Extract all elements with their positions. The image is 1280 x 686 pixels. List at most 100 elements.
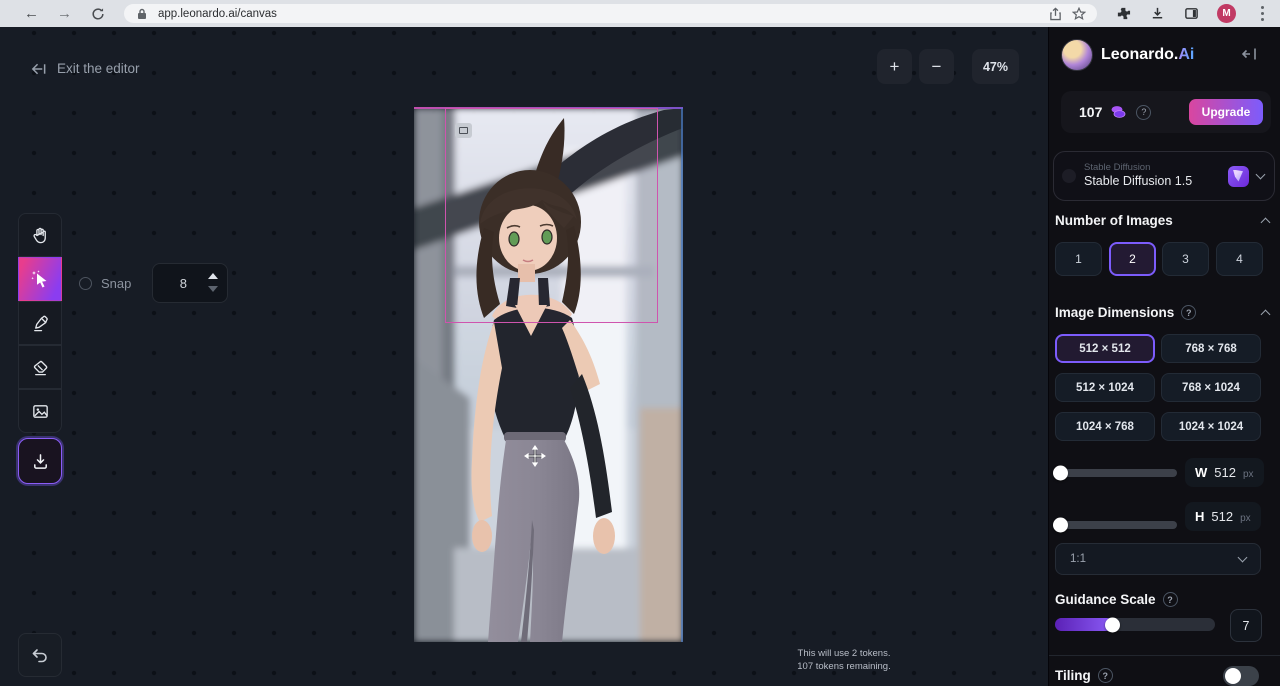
number-of-images-collapse-icon[interactable] (1261, 218, 1271, 228)
tiling-help-icon[interactable] (1098, 668, 1113, 683)
image-icon (31, 402, 50, 421)
hand-icon (31, 226, 50, 245)
guidance-scale-thumb[interactable] (1105, 617, 1120, 632)
coins-icon (1110, 104, 1128, 120)
download-tool-button[interactable] (18, 438, 62, 484)
aspect-ratio-dropdown[interactable]: 1:1 (1055, 543, 1261, 575)
guidance-scale-value[interactable]: 7 (1230, 609, 1262, 642)
model-selector[interactable]: Stable Diffusion Stable Diffusion 1.5 (1053, 151, 1275, 201)
select-cursor-tool-button[interactable] (18, 257, 62, 301)
model-selector-text: Stable Diffusion Stable Diffusion 1.5 (1084, 162, 1192, 190)
token-usage-note: This will use 2 tokens. 107 tokens remai… (744, 647, 944, 673)
token-count: 107 (1079, 104, 1102, 120)
model-logo-icon (1228, 166, 1249, 187)
model-radio-icon (1062, 169, 1076, 183)
move-cursor-icon (524, 445, 546, 467)
upgrade-button[interactable]: Upgrade (1189, 99, 1263, 125)
share-icon[interactable] (1047, 6, 1063, 22)
height-value-box: H 512 px (1185, 502, 1261, 531)
canvas-workspace[interactable]: Exit the editor Snap (0, 27, 1048, 686)
download-icon (31, 452, 50, 471)
num-images-option-1[interactable]: 1 (1055, 242, 1102, 276)
width-value-box: W 512 px (1185, 458, 1264, 487)
url-bar[interactable]: app.leonardo.ai/canvas (124, 4, 1097, 23)
undo-icon (31, 647, 49, 663)
width-label: W (1195, 465, 1207, 480)
eraser-tool-button[interactable] (18, 345, 62, 389)
guidance-scale-header: Guidance Scale (1055, 592, 1269, 607)
height-unit: px (1240, 513, 1251, 524)
zoom-level-display[interactable]: 47% (972, 49, 1019, 84)
width-slider-thumb[interactable] (1053, 466, 1068, 481)
snap-value-input[interactable]: 8 (152, 263, 228, 303)
guidance-scale-slider[interactable] (1055, 618, 1215, 631)
tiling-header: Tiling (1055, 668, 1205, 683)
exit-arrow-icon (30, 63, 47, 75)
hand-tool-button[interactable] (18, 213, 62, 257)
sidebar-divider (1049, 655, 1280, 656)
snap-decrement-icon[interactable] (208, 286, 218, 292)
dim-768x1024[interactable]: 768 × 1024 (1161, 373, 1261, 402)
collapse-sidebar-icon[interactable] (1241, 46, 1261, 62)
browser-forward-icon[interactable]: → (57, 6, 72, 21)
width-unit: px (1243, 469, 1254, 480)
image-dimensions-collapse-icon[interactable] (1261, 310, 1271, 320)
image-dimensions-header: Image Dimensions (1055, 305, 1269, 320)
num-images-option-4[interactable]: 4 (1216, 242, 1263, 276)
sidebar-header: Leonardo.Ai (1061, 39, 1194, 71)
exit-editor-button[interactable]: Exit the editor (30, 61, 140, 76)
height-label: H (1195, 509, 1204, 524)
dim-768x768[interactable]: 768 × 768 (1161, 334, 1261, 363)
brush-icon (31, 314, 50, 333)
profile-avatar[interactable]: M (1217, 4, 1236, 23)
guidance-scale-label: Guidance Scale (1055, 592, 1156, 607)
undo-button[interactable] (18, 633, 62, 677)
snap-toggle-icon[interactable] (79, 277, 92, 290)
dim-512x1024[interactable]: 512 × 1024 (1055, 373, 1155, 402)
extensions-puzzle-icon[interactable] (1115, 6, 1131, 22)
sidebar-panel-icon[interactable] (1183, 6, 1199, 22)
image-dimensions-help-icon[interactable] (1181, 305, 1196, 320)
leonardo-canvas-app: ← → app.leonardo.ai/canvas M (0, 0, 1280, 686)
select-cursor-icon (30, 269, 50, 289)
height-value[interactable]: 512 (1211, 509, 1233, 524)
selection-image-badge-icon[interactable] (455, 123, 472, 138)
image-tool-button[interactable] (18, 389, 62, 433)
browser-download-icon[interactable] (1149, 6, 1165, 22)
browser-menu-icon[interactable] (1254, 6, 1270, 22)
token-usage-line2: 107 tokens remaining. (744, 660, 944, 673)
aspect-ratio-chevron-icon (1238, 553, 1248, 563)
bookmark-star-icon[interactable] (1071, 6, 1087, 22)
snap-increment-icon[interactable] (208, 273, 218, 279)
token-balance-pill: 107 Upgrade (1061, 91, 1271, 133)
token-usage-line1: This will use 2 tokens. (744, 647, 944, 660)
width-slider[interactable] (1053, 469, 1177, 477)
num-images-option-3[interactable]: 3 (1162, 242, 1209, 276)
brand-title: Leonardo.Ai (1101, 46, 1194, 64)
num-images-option-2[interactable]: 2 (1109, 242, 1156, 276)
height-slider[interactable] (1053, 521, 1177, 529)
model-chevron-down-icon[interactable] (1256, 170, 1266, 180)
dim-1024x1024[interactable]: 1024 × 1024 (1161, 412, 1261, 441)
tokens-help-icon[interactable] (1136, 105, 1151, 120)
brush-tool-button[interactable] (18, 301, 62, 345)
model-name: Stable Diffusion 1.5 (1084, 174, 1192, 190)
dim-1024x768[interactable]: 1024 × 768 (1055, 412, 1155, 441)
width-value[interactable]: 512 (1214, 465, 1236, 480)
tiling-toggle-knob (1225, 668, 1241, 684)
url-text[interactable]: app.leonardo.ai/canvas (158, 8, 277, 20)
browser-reload-icon[interactable] (90, 6, 106, 22)
leonardo-logo-avatar (1061, 39, 1093, 71)
height-slider-thumb[interactable] (1053, 518, 1068, 533)
exit-editor-label: Exit the editor (57, 61, 140, 76)
browser-back-icon[interactable]: ← (24, 6, 39, 21)
image-dimensions-label: Image Dimensions (1055, 305, 1174, 320)
zoom-out-button[interactable]: − (919, 49, 954, 84)
generation-sidebar: Leonardo.Ai 107 Upgrade Stable Diffusion… (1048, 27, 1280, 686)
zoom-in-button[interactable]: + (877, 49, 912, 84)
guidance-scale-help-icon[interactable] (1163, 592, 1178, 607)
tiling-toggle[interactable] (1223, 666, 1259, 686)
selection-rectangle[interactable] (445, 108, 658, 323)
eraser-icon (31, 358, 50, 377)
dim-512x512[interactable]: 512 × 512 (1055, 334, 1155, 363)
